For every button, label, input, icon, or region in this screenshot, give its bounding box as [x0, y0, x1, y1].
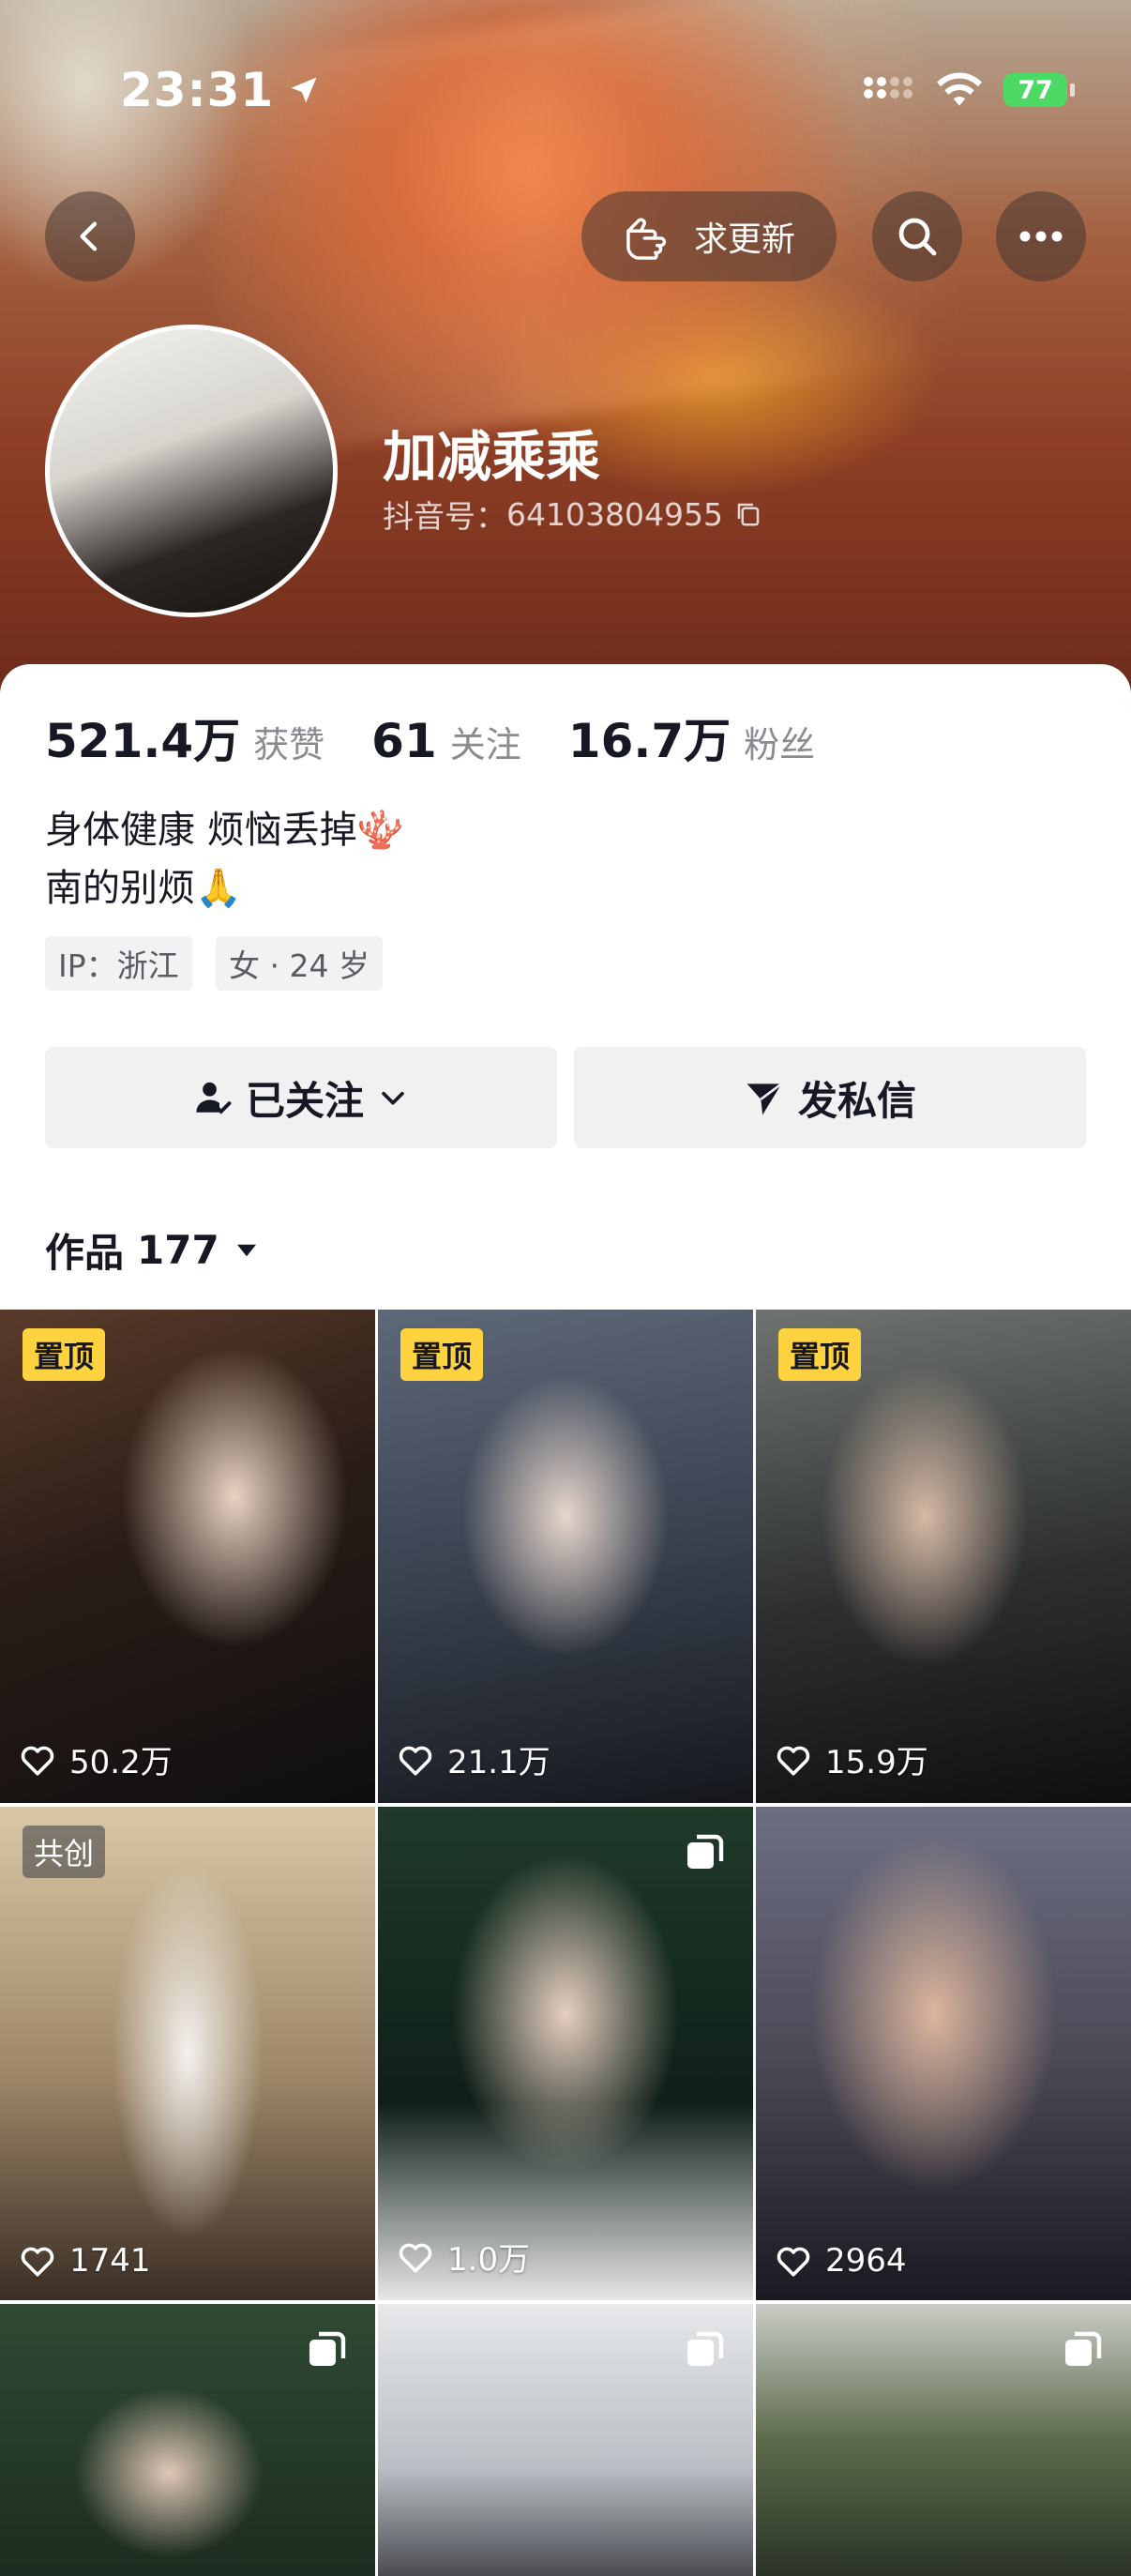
works-count: 177	[137, 1227, 219, 1273]
wifi-icon	[937, 72, 982, 106]
heart-icon	[21, 1746, 54, 1776]
video-tile[interactable]	[756, 2304, 1131, 2576]
search-icon	[898, 218, 937, 256]
video-tile[interactable]: 共创 1741	[0, 1807, 375, 2300]
douyin-id-row[interactable]: 抖音号： 64103804955	[383, 492, 762, 537]
heart-icon	[399, 1746, 432, 1776]
status-time: 23:31	[120, 62, 321, 118]
like-count-text: 2964	[825, 2242, 907, 2280]
works-tab[interactable]: 作品 177	[45, 1221, 261, 1279]
request-update-button[interactable]: 求更新	[581, 191, 837, 281]
co-creation-badge: 共创	[23, 1826, 106, 1878]
multi-image-icon	[309, 2331, 346, 2366]
followed-label: 已关注	[245, 1077, 364, 1124]
avatar[interactable]	[45, 325, 338, 617]
bio-line-1: 身体健康 烦恼丢掉🪸	[45, 809, 404, 852]
heart-icon	[777, 2247, 810, 2277]
back-button[interactable]	[45, 191, 135, 281]
pinned-badge: 置顶	[400, 1328, 484, 1381]
followers-label: 粉丝	[744, 724, 816, 765]
video-tile[interactable]	[0, 2304, 375, 2576]
battery-indicator: 77	[1003, 73, 1075, 107]
like-count-text: 1741	[69, 2242, 151, 2280]
following-label: 关注	[449, 724, 521, 765]
request-update-label: 求更新	[693, 220, 795, 259]
gender-age-tag: 女 · 24 岁	[216, 936, 383, 991]
like-count: 50.2万	[19, 1736, 173, 1782]
caret-down-icon	[236, 1244, 256, 1256]
video-tile[interactable]: 置顶 21.1万	[378, 1310, 753, 1803]
stats-row: 521.4万 获赞 61 关注 16.7万 粉丝	[45, 704, 862, 771]
multi-image-icon	[1065, 2331, 1102, 2366]
like-count: 2964	[775, 2242, 907, 2280]
more-button[interactable]	[996, 191, 1086, 281]
chevron-down-icon	[382, 1091, 404, 1105]
heart-icon	[399, 2243, 432, 2273]
works-grid: 置顶 50.2万 置顶 21.1万 置顶 15.9万 共创 1741 1.0万	[0, 1310, 1131, 2576]
location-arrow-icon	[291, 77, 317, 103]
like-count: 15.9万	[775, 1736, 928, 1782]
video-tile[interactable]: 置顶 15.9万	[756, 1310, 1131, 1803]
douyin-id-label: 抖音号：	[383, 498, 506, 535]
douyin-id-value: 64103804955	[506, 495, 723, 533]
likes-count[interactable]: 521.4万	[45, 704, 240, 771]
followers-count[interactable]: 16.7万	[568, 704, 731, 771]
paper-plane-icon	[746, 1083, 783, 1115]
search-button[interactable]	[872, 191, 962, 281]
heart-icon	[21, 2247, 54, 2277]
like-count: 21.1万	[397, 1736, 550, 1782]
like-count-text: 21.1万	[447, 1744, 550, 1781]
bio-line-2: 南的别烦🙏	[45, 867, 242, 910]
more-dots-icon	[1019, 231, 1063, 242]
like-count: 1.0万	[397, 2234, 530, 2280]
like-count-text: 1.0万	[447, 2241, 531, 2279]
like-count-text: 15.9万	[825, 1744, 928, 1781]
following-count[interactable]: 61	[371, 714, 437, 768]
pinned-badge: 置顶	[778, 1328, 862, 1381]
video-tile[interactable]	[378, 2304, 753, 2576]
multi-image-icon	[687, 1834, 724, 1869]
pinned-badge: 置顶	[23, 1328, 106, 1381]
works-label: 作品	[45, 1230, 125, 1276]
pointing-hand-icon	[626, 218, 667, 260]
cellular-signal-icon	[864, 77, 912, 98]
followed-button[interactable]: 已关注	[45, 1047, 557, 1148]
chevron-left-icon	[80, 221, 98, 251]
video-tile[interactable]: 2964	[756, 1807, 1131, 2300]
video-tile[interactable]: 置顶 50.2万	[0, 1310, 375, 1803]
likes-label: 获赞	[253, 724, 325, 765]
send-message-button[interactable]: 发私信	[574, 1047, 1086, 1148]
user-check-icon	[196, 1082, 232, 1114]
like-count-text: 50.2万	[69, 1744, 173, 1781]
heart-icon	[777, 1746, 810, 1776]
profile-name: 加减乘乘	[383, 425, 601, 489]
ip-location-tag: IP：浙江	[45, 936, 192, 991]
like-count: 1741	[19, 2242, 151, 2280]
status-icons: 77	[863, 62, 1075, 118]
clock-text: 23:31	[120, 63, 275, 117]
copy-icon[interactable]	[734, 500, 762, 528]
send-message-label: 发私信	[797, 1077, 916, 1124]
multi-image-icon	[687, 2331, 724, 2366]
video-tile[interactable]: 1.0万	[378, 1807, 753, 2300]
